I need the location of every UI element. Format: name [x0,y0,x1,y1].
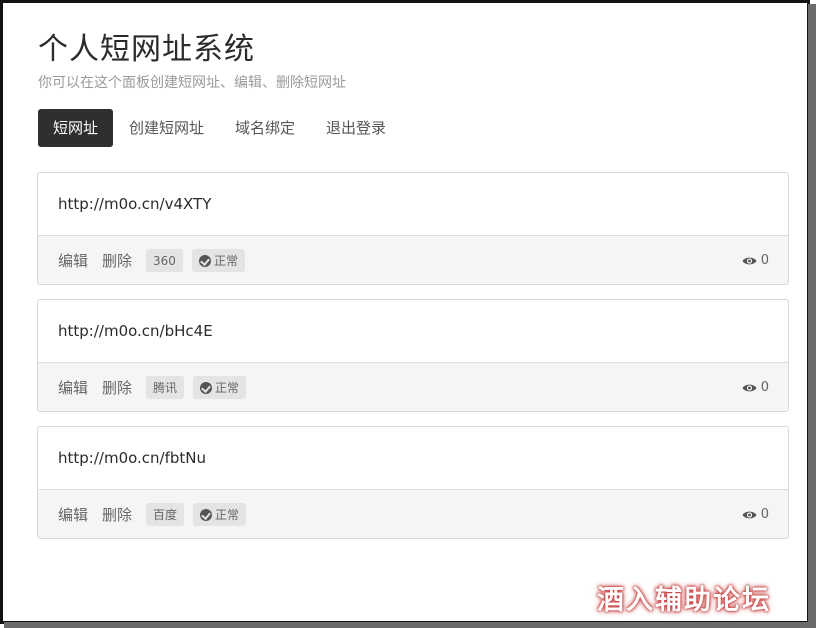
short-url[interactable]: http://m0o.cn/fbtNu [38,427,788,490]
status-badge: 正常 [191,249,245,272]
check-circle-icon [200,381,213,394]
card-footer: 编辑 删除 百度 正常 0 [38,490,788,538]
tab-domain-binding[interactable]: 域名绑定 [220,109,310,147]
tab-create-short-link[interactable]: 创建短网址 [114,109,219,147]
view-count-value: 0 [760,380,769,395]
status-label: 正常 [213,254,238,268]
status-label: 正常 [215,381,240,395]
source-badge: 腾讯 [146,376,185,399]
source-badge: 360 [146,249,183,272]
card-footer: 编辑 删除 腾讯 正常 0 [38,363,788,411]
tab-logout[interactable]: 退出登录 [311,109,401,147]
status-badge: 正常 [193,503,247,526]
frame-shadow [4,622,816,628]
status-label: 正常 [215,508,240,522]
edit-button[interactable]: 编辑 [58,504,88,525]
status-badge: 正常 [193,376,247,399]
card-footer: 编辑 删除 360 正常 0 [38,236,788,284]
short-url[interactable]: http://m0o.cn/v4XTY [38,173,788,236]
short-url[interactable]: http://m0o.cn/bHc4E [38,300,788,363]
view-count: 0 [742,236,769,284]
frame-shadow [808,4,816,628]
source-badge: 百度 [146,503,185,526]
edit-button[interactable]: 编辑 [58,250,88,271]
view-count-value: 0 [760,253,769,268]
link-card: http://m0o.cn/v4XTY 编辑 删除 360 正常 0 [37,172,789,285]
page-title: 个人短网址系统 [38,32,255,67]
check-circle-icon [200,508,213,521]
page-subtitle: 你可以在这个面板创建短网址、编辑、删除短网址 [38,75,346,91]
source-label: 百度 [153,508,178,522]
view-count-value: 0 [760,507,769,522]
eye-icon [742,511,757,518]
source-label: 360 [153,253,176,268]
eye-icon [742,384,757,391]
forum-watermark: 酒入辅助论坛 [597,585,771,616]
link-card: http://m0o.cn/fbtNu 编辑 删除 百度 正常 0 [37,426,789,539]
delete-button[interactable]: 删除 [102,250,132,271]
delete-button[interactable]: 删除 [102,504,132,525]
delete-button[interactable]: 删除 [102,377,132,398]
source-label: 腾讯 [153,381,178,395]
tab-short-links[interactable]: 短网址 [38,109,114,147]
link-card: http://m0o.cn/bHc4E 编辑 删除 腾讯 正常 0 [37,299,789,412]
edit-button[interactable]: 编辑 [58,377,88,398]
view-count: 0 [742,363,769,411]
check-circle-icon [198,254,211,267]
view-count: 0 [742,490,769,538]
nav-tabs: 短网址 创建短网址 域名绑定 退出登录 [38,109,402,147]
eye-icon [742,257,757,264]
